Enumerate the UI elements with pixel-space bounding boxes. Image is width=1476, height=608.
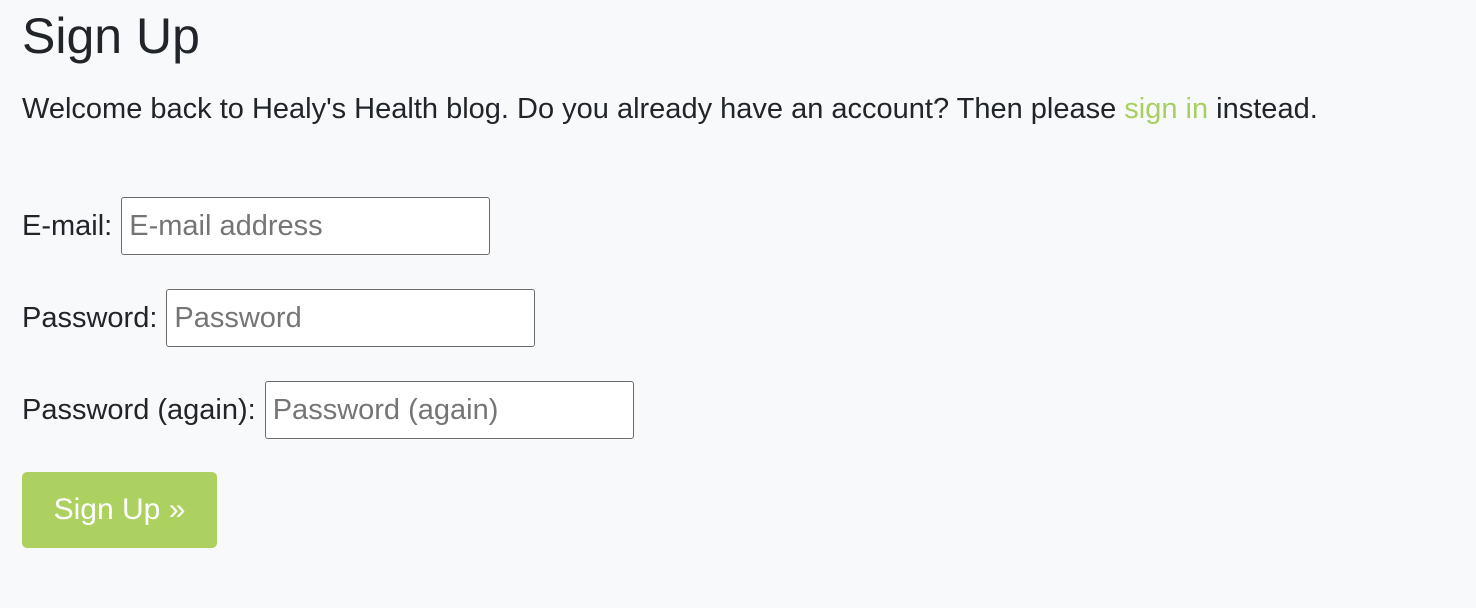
intro-text: Welcome back to Healy's Health blog. Do … [22,90,1318,128]
page-title: Sign Up [22,8,200,64]
password-label: Password: [22,302,158,334]
password-again-row: Password (again): [22,381,634,439]
sign-up-button[interactable]: Sign Up » [22,472,217,548]
email-input[interactable] [121,197,491,255]
sign-in-link[interactable]: sign in [1124,93,1208,125]
password-input[interactable] [166,289,536,347]
password-row: Password: [22,289,536,347]
intro-text-after: instead. [1208,93,1318,125]
password-again-input[interactable] [264,381,634,439]
email-row: E-mail: [22,197,491,255]
password-again-label: Password (again): [22,394,256,426]
intro-text-before: Welcome back to Healy's Health blog. Do … [22,93,1125,125]
email-label: E-mail: [22,210,113,242]
